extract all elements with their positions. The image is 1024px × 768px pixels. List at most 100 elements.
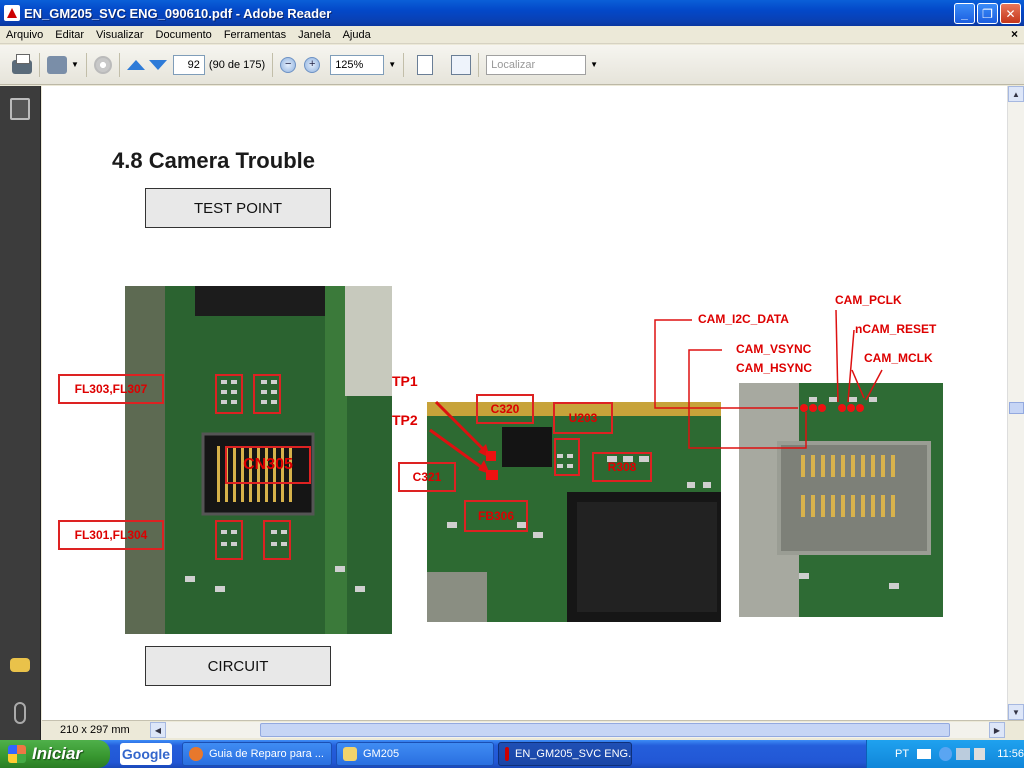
menu-janela[interactable]: Janela: [292, 29, 336, 41]
highlight-fl307: [253, 374, 281, 414]
window-controls: _ ❐ ✕: [954, 3, 1021, 24]
label-cam-pclk: CAM_PCLK: [835, 293, 902, 307]
label-u203: U203: [553, 402, 613, 434]
system-tray: PT 11:56: [866, 740, 1024, 768]
document-page: 4.8 Camera Trouble TEST POINT CIRCUIT CN: [42, 86, 1007, 720]
page-size: 210 x 297 mm: [60, 724, 130, 736]
chevron-down-icon: ▼: [388, 60, 397, 69]
task-folder[interactable]: GM205: [336, 742, 494, 766]
print-button[interactable]: [12, 52, 32, 78]
pdf-icon: [505, 747, 509, 761]
zoom-in-icon: +: [304, 56, 321, 73]
label-cam-i2c-data: CAM_I2C_DATA: [698, 312, 789, 326]
scroll-up-button[interactable]: ▲: [1008, 86, 1024, 102]
menu-documento[interactable]: Documento: [150, 29, 218, 41]
network-icon[interactable]: [956, 748, 970, 760]
scroll-left-button[interactable]: ◀: [150, 722, 166, 738]
fit-width-button[interactable]: [417, 52, 434, 78]
start-label: Iniciar: [32, 744, 83, 763]
highlight-r308-pad: [554, 438, 580, 476]
task-adobe-reader[interactable]: EN_GM205_SVC ENG...: [498, 742, 632, 766]
zoom-level: 125%: [330, 54, 385, 75]
zoom-in-button[interactable]: +: [304, 52, 321, 78]
task-label: GM205: [363, 748, 400, 760]
folder-icon: [343, 747, 357, 761]
horizontal-scroll-thumb[interactable]: [260, 723, 950, 737]
printer-icon: [12, 53, 32, 74]
title-bar: EN_GM205_SVC ENG_090610.pdf - Adobe Read…: [0, 0, 1024, 26]
scroll-right-button[interactable]: ▶: [989, 722, 1005, 738]
page-heading: 4.8 Camera Trouble: [112, 148, 315, 173]
label-c321: C321: [398, 462, 456, 492]
clock[interactable]: 11:56: [997, 748, 1024, 760]
maximize-button[interactable]: ❐: [977, 3, 998, 24]
next-page-button[interactable]: [148, 52, 167, 78]
test-point-label: TEST POINT: [145, 188, 331, 228]
window-title: EN_GM205_SVC ENG_090610.pdf - Adobe Read…: [24, 5, 332, 21]
windows-logo-icon: [8, 745, 26, 763]
toolbar-separator: [478, 52, 480, 77]
highlight-fl304: [263, 520, 291, 560]
toolbar-separator: [118, 52, 120, 77]
search-input[interactable]: Localizar: [486, 54, 587, 75]
toolbar-separator: [39, 52, 40, 77]
tray-expand-icon[interactable]: [938, 747, 953, 761]
volume-icon[interactable]: [973, 748, 986, 760]
menu-bar: Arquivo Editar Visualizar Documento Ferr…: [0, 26, 1024, 44]
toolbar-separator: [85, 52, 87, 77]
circuit-label: CIRCUIT: [145, 646, 331, 686]
google-toolbar-button[interactable]: Google: [120, 743, 172, 765]
keyboard-icon[interactable]: [917, 749, 931, 759]
zoom-select[interactable]: 125% ▼: [330, 52, 396, 78]
page-number-input[interactable]: 92: [172, 54, 205, 75]
menu-arquivo[interactable]: Arquivo: [0, 29, 49, 41]
print-options-icon: [47, 55, 67, 74]
start-button[interactable]: Iniciar: [0, 740, 110, 768]
toolbar-separator: [272, 52, 274, 77]
comments-icon[interactable]: [10, 658, 30, 672]
horizontal-scrollbar[interactable]: ◀ ▶: [150, 722, 1005, 738]
taskbar: Iniciar Google Guia de Reparo para ... G…: [0, 740, 1024, 768]
firefox-icon: [189, 747, 203, 761]
task-firefox[interactable]: Guia de Reparo para ...: [182, 742, 332, 766]
arrow-down-icon: [148, 59, 167, 70]
highlight-cn305: CN305: [225, 446, 311, 484]
menu-ferramentas[interactable]: Ferramentas: [218, 29, 292, 41]
label-tp1: TP1: [392, 373, 418, 389]
menu-visualizar[interactable]: Visualizar: [90, 29, 150, 41]
label-ncam-reset: nCAM_RESET: [855, 322, 937, 336]
vertical-scroll-thumb[interactable]: [1009, 402, 1024, 414]
arrow-up-icon: [126, 59, 145, 70]
close-button[interactable]: ✕: [1000, 3, 1021, 24]
scroll-down-button[interactable]: ▼: [1008, 704, 1024, 720]
attachment-icon[interactable]: [14, 702, 26, 724]
highlight-fl303: [215, 374, 243, 414]
chevron-down-icon[interactable]: ▼: [590, 60, 598, 69]
vertical-scrollbar[interactable]: ▲ ▼: [1007, 86, 1024, 720]
menu-editar[interactable]: Editar: [49, 29, 90, 41]
collaborate-button[interactable]: [93, 52, 112, 78]
previous-page-button[interactable]: [126, 52, 145, 78]
search-field[interactable]: Localizar ▼: [486, 52, 598, 78]
zoom-out-button[interactable]: −: [280, 52, 297, 78]
tp1-marker: [486, 451, 496, 461]
label-fl301-fl304: FL301,FL304: [58, 520, 164, 550]
close-document-button[interactable]: ×: [1011, 27, 1018, 41]
fit-window-icon: [451, 54, 472, 75]
full-screen-button[interactable]: [451, 52, 472, 78]
fit-page-icon: [417, 54, 434, 75]
label-fb306: FB306: [464, 500, 528, 532]
task-label: Guia de Reparo para ...: [209, 748, 324, 760]
language-indicator[interactable]: PT: [895, 748, 909, 760]
minimize-button[interactable]: _: [954, 3, 975, 24]
label-tp2: TP2: [392, 412, 418, 428]
print-options-button[interactable]: ▼: [47, 52, 79, 78]
highlight-fl301: [215, 520, 243, 560]
label-cam-mclk: CAM_MCLK: [864, 351, 933, 365]
label-cam-vsync: CAM_VSYNC: [736, 342, 812, 356]
toolbar-separator: [403, 52, 405, 77]
label-fl303-fl307: FL303,FL307: [58, 374, 164, 404]
status-bar: 210 x 297 mm ◀ ▶: [42, 720, 1024, 739]
menu-ajuda[interactable]: Ajuda: [337, 29, 377, 41]
pages-icon[interactable]: [10, 98, 30, 120]
